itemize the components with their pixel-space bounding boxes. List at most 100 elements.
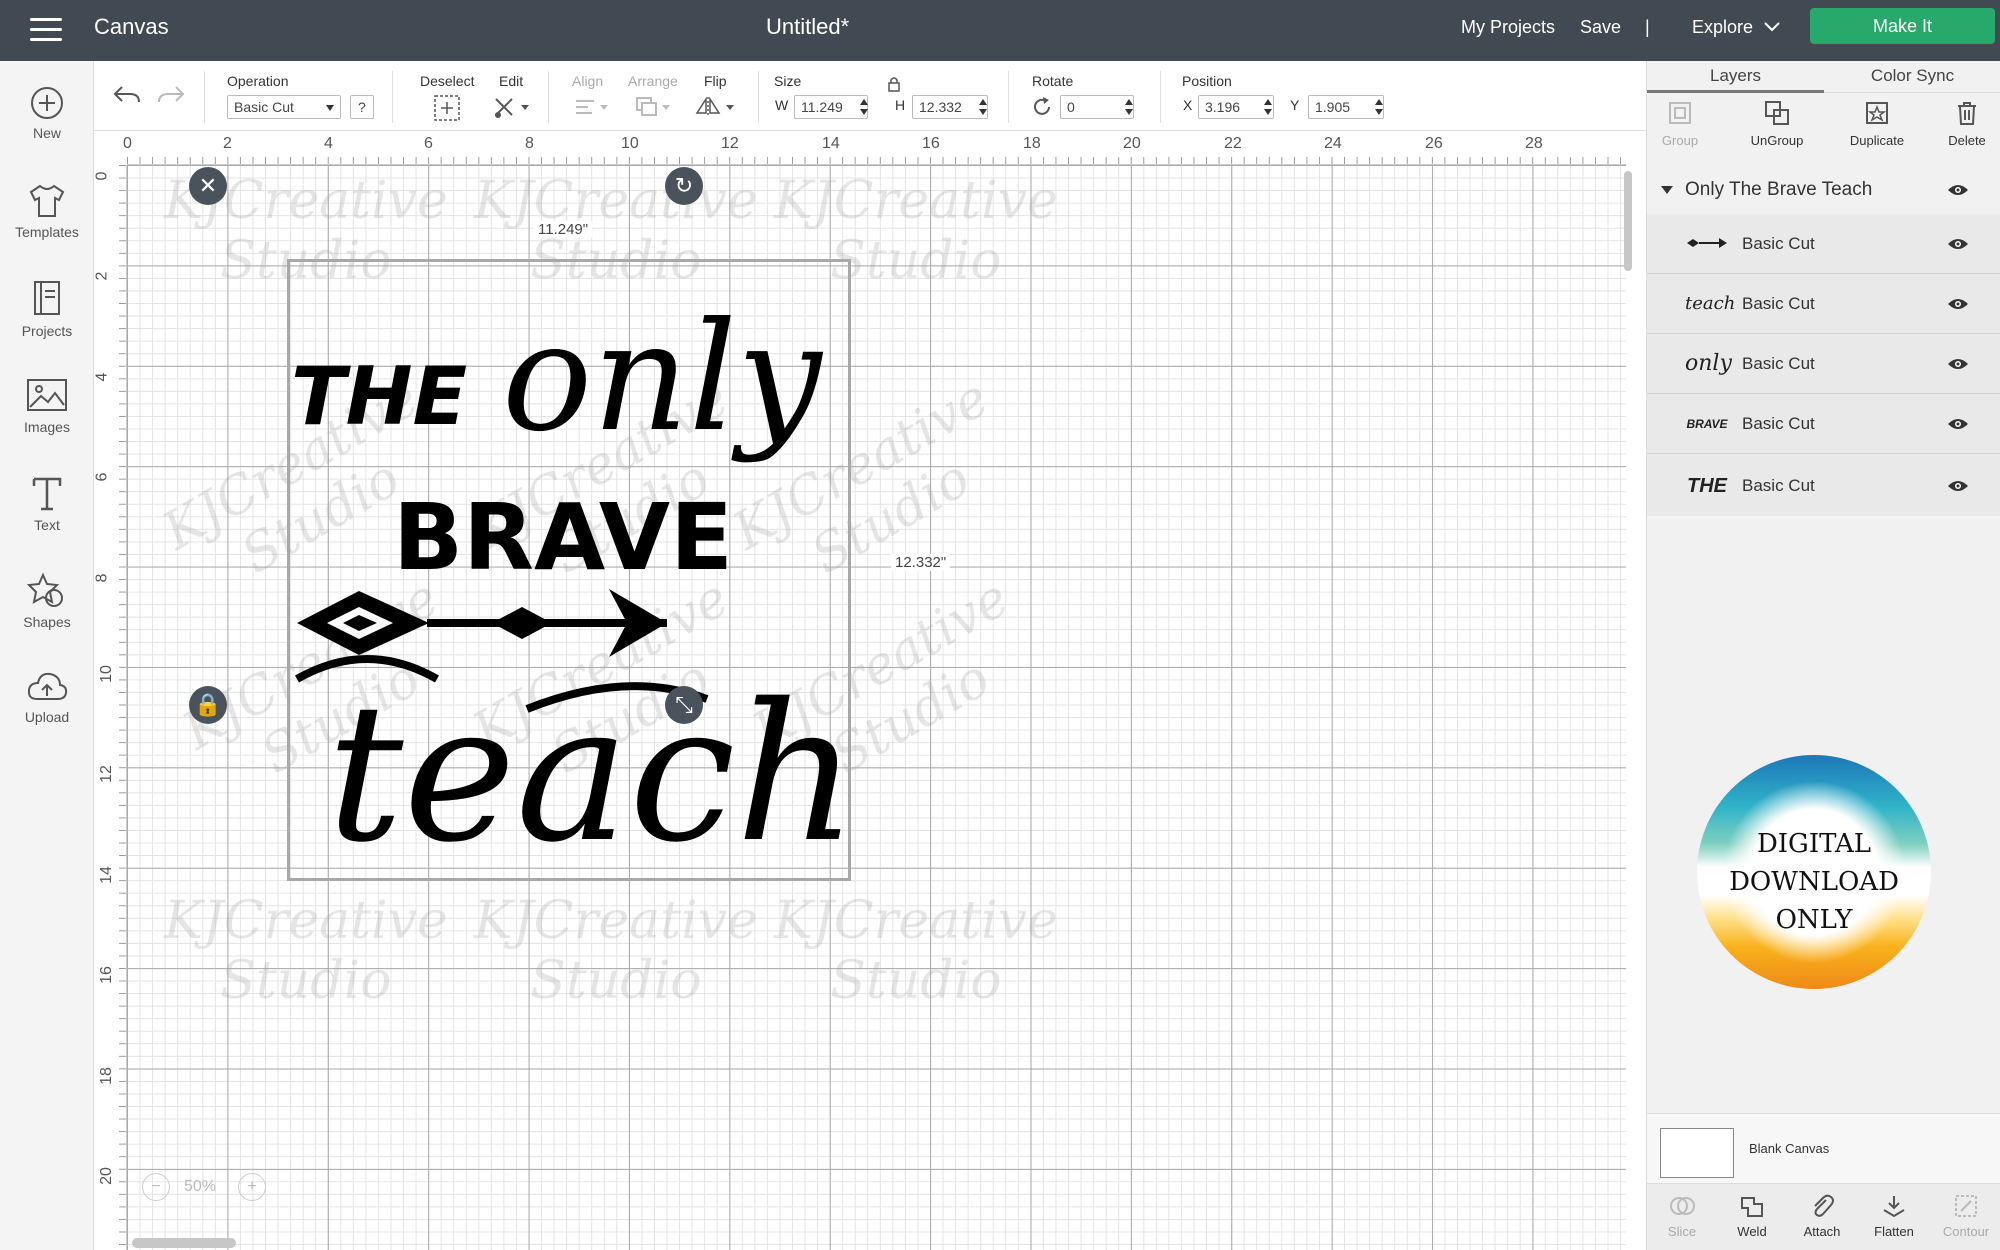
only-the-brave-teach-design[interactable]: THE only BRAVE teach: [287, 259, 851, 881]
arrange-icon: [636, 97, 670, 116]
design-canvas[interactable]: 0 2 4 6 8 10 12 14 16 18 20 22 24 26 28 …: [94, 131, 1646, 1250]
zoom-out-button[interactable]: −: [142, 1173, 170, 1201]
badge-line: DIGITAL: [1756, 829, 1872, 859]
ungroup-button[interactable]: UnGroup: [1737, 99, 1817, 148]
my-projects-link[interactable]: My Projects: [1461, 0, 1555, 61]
delete-button[interactable]: Delete: [1927, 99, 2000, 148]
left-sidebar: New Templates Projects Images Text Shape…: [0, 61, 94, 1250]
ruler-tick-label: 2: [223, 135, 232, 152]
x-stepper[interactable]: [1263, 97, 1273, 117]
image-icon: [27, 379, 67, 411]
operation-select[interactable]: Basic Cut: [227, 95, 341, 119]
redo-icon[interactable]: [156, 83, 186, 107]
sidebar-item-projects[interactable]: Projects: [0, 279, 94, 369]
eye-icon[interactable]: [1947, 183, 1969, 197]
height-input[interactable]: 12.332: [912, 95, 988, 119]
sidebar-item-shapes[interactable]: Shapes: [0, 572, 94, 662]
ruler-tick-label: 18: [1023, 135, 1041, 152]
sidebar-item-images[interactable]: Images: [0, 377, 94, 467]
ruler-tick-label: 16: [97, 966, 115, 984]
width-input[interactable]: 11.249: [794, 95, 868, 119]
sidebar-item-label: New: [32, 125, 61, 141]
ruler-tick-label: 10: [97, 665, 115, 683]
rotate-icon[interactable]: [1030, 95, 1054, 119]
sidebar-item-label: Shapes: [23, 614, 71, 630]
tab-color-sync[interactable]: Color Sync: [1824, 61, 2000, 93]
blank-canvas-label: Blank Canvas: [1749, 1141, 1830, 1156]
layer-group-row[interactable]: Only The Brave Teach: [1647, 166, 2000, 214]
weld-button[interactable]: Weld: [1717, 1192, 1787, 1239]
layer-row[interactable]: BRAVE Basic Cut: [1647, 394, 2000, 454]
layer-row[interactable]: Basic Cut: [1647, 214, 2000, 274]
chevron-down-icon[interactable]: [1764, 21, 1780, 33]
layer-name: Basic Cut: [1742, 354, 1815, 373]
ruler-tick-label: 20: [1123, 135, 1141, 152]
edit-toolbar: Operation Basic Cut ? Deselect Edit Alig…: [94, 61, 1646, 131]
rotate-label: Rotate: [1032, 73, 1074, 89]
horizontal-scrollbar[interactable]: [132, 1238, 236, 1248]
rotate-input[interactable]: 0: [1060, 95, 1134, 119]
sidebar-item-upload[interactable]: Upload: [0, 669, 94, 759]
sidebar-item-templates[interactable]: Templates: [0, 182, 94, 272]
flip-icon[interactable]: [694, 93, 738, 121]
sidebar-item-label: Text: [34, 517, 60, 533]
contour-icon: [1955, 1195, 1977, 1217]
ruler-tick-label: 0: [94, 171, 111, 181]
ruler-tick-label: 26: [1425, 135, 1443, 152]
ruler-tick-label: 22: [1224, 135, 1242, 152]
help-button[interactable]: ?: [350, 95, 374, 119]
group-label: Group: [1661, 133, 1699, 148]
flatten-button[interactable]: Flatten: [1859, 1192, 1929, 1239]
make-it-button[interactable]: Make It: [1810, 8, 1995, 44]
caret-down-icon[interactable]: [1661, 186, 1673, 194]
duplicate-button[interactable]: Duplicate: [1837, 99, 1917, 148]
eye-icon[interactable]: [1947, 479, 1969, 493]
undo-icon[interactable]: [112, 83, 142, 107]
ruler-tick-label: 4: [324, 135, 333, 152]
top-header: Canvas Untitled* My Projects Save | Expl…: [0, 0, 2000, 61]
contour-label: Contour: [1942, 1224, 1990, 1239]
y-input[interactable]: 1.905: [1308, 95, 1384, 119]
tab-layers[interactable]: Layers: [1647, 61, 1824, 93]
layer-name: Basic Cut: [1742, 234, 1815, 253]
zoom-in-button[interactable]: +: [238, 1173, 266, 1201]
hamburger-menu-icon[interactable]: [30, 18, 62, 42]
eye-icon[interactable]: [1947, 357, 1969, 371]
badge-text: DIGITAL DOWNLOAD ONLY: [1697, 825, 1931, 939]
blank-canvas-row[interactable]: Blank Canvas: [1647, 1113, 2000, 1183]
sidebar-item-new[interactable]: New: [0, 85, 94, 175]
tshirt-icon: [29, 184, 65, 217]
deselect-icon[interactable]: [432, 93, 462, 123]
bottom-actions-bar: Slice Weld Attach Flatten Contour: [1647, 1183, 2000, 1250]
lock-icon[interactable]: [887, 75, 901, 93]
explore-menu[interactable]: Explore: [1692, 0, 1753, 61]
canvas-color-swatch[interactable]: [1660, 1128, 1734, 1178]
width-stepper[interactable]: [859, 97, 869, 117]
eye-icon[interactable]: [1947, 297, 1969, 311]
ruler-tick-label: 14: [97, 866, 115, 884]
app-window: Canvas Untitled* My Projects Save | Expl…: [0, 0, 2000, 1250]
layer-row[interactable]: THE Basic Cut: [1647, 456, 2000, 516]
height-stepper[interactable]: [978, 97, 988, 117]
ruler-tick-label: 20: [97, 1167, 115, 1185]
layer-row[interactable]: teach Basic Cut: [1647, 274, 2000, 334]
paperclip-icon: [1814, 1194, 1834, 1217]
delete-handle-icon[interactable]: ✕: [189, 167, 227, 205]
resize-handle-icon[interactable]: ⤡: [665, 686, 703, 724]
rotate-stepper[interactable]: [1124, 97, 1134, 117]
rotate-handle-icon[interactable]: ↻: [665, 167, 703, 205]
vertical-scrollbar[interactable]: [1624, 171, 1632, 271]
attach-button[interactable]: Attach: [1787, 1192, 1857, 1239]
eye-icon[interactable]: [1947, 417, 1969, 431]
layer-row[interactable]: only Basic Cut: [1647, 334, 2000, 394]
eye-icon[interactable]: [1947, 237, 1969, 251]
y-stepper[interactable]: [1374, 97, 1384, 117]
lock-handle-icon[interactable]: 🔒: [189, 686, 227, 724]
save-button[interactable]: Save: [1580, 0, 1621, 61]
edit-scissors-icon[interactable]: [492, 93, 532, 121]
design-word-brave: BRAVE: [393, 484, 733, 591]
sidebar-item-text[interactable]: Text: [0, 475, 94, 565]
layer-thumbnail: only: [1685, 351, 1732, 376]
layer-thumbnail: BRAVE: [1686, 417, 1728, 431]
align-icon: [576, 100, 608, 114]
